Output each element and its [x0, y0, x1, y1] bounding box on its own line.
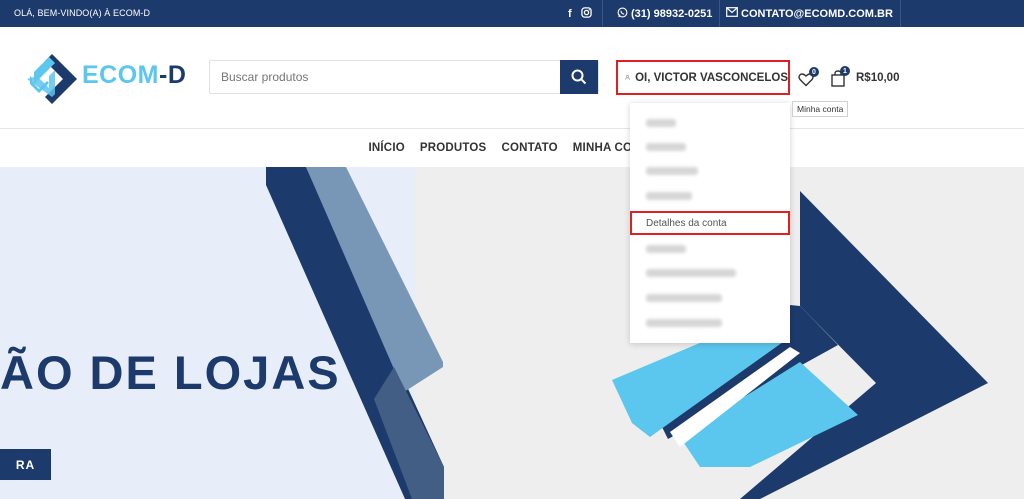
account-menu-button[interactable]: OI, VICTOR VASCONCELOS — [616, 60, 790, 95]
dropdown-item-blurred[interactable] — [630, 111, 790, 135]
hero-cta-button[interactable]: RA — [0, 449, 51, 480]
instagram-icon[interactable] — [580, 6, 592, 21]
account-tooltip: Minha conta — [792, 101, 849, 117]
logo-mark — [27, 54, 77, 104]
hero-graphic — [266, 167, 988, 499]
facebook-icon[interactable]: f — [568, 8, 572, 20]
mail-icon — [726, 7, 738, 20]
search-input[interactable] — [210, 61, 562, 93]
main-nav: INÍCIO PRODUTOS CONTATO MINHA CONTA — [0, 129, 1024, 167]
site-logo[interactable]: ECOM-D — [27, 54, 187, 104]
cart-count: 1 — [840, 66, 850, 76]
wishlist-count: 0 — [809, 67, 819, 77]
wishlist-button[interactable]: 0 — [798, 67, 819, 88]
email-link[interactable]: CONTATO@ECOMD.COM.BR — [719, 0, 901, 27]
whatsapp-icon — [617, 7, 628, 21]
hero-banner: ÃO DE LOJAS RA — [0, 167, 1024, 499]
nav-item-inicio[interactable]: INÍCIO — [369, 142, 405, 154]
dropdown-item-blurred[interactable] — [630, 311, 790, 335]
user-icon — [625, 74, 630, 80]
nav-item-contato[interactable]: CONTATO — [501, 142, 557, 154]
dropdown-item-account-details[interactable]: Detalhes da conta — [630, 211, 790, 235]
social-links: f — [568, 0, 603, 27]
dropdown-item-blurred[interactable] — [630, 286, 790, 310]
dropdown-item-blurred[interactable] — [630, 135, 790, 159]
search-bar — [209, 60, 599, 94]
cart-total[interactable]: R$10,00 — [856, 72, 899, 84]
cart-button[interactable]: 1 — [830, 66, 850, 88]
dropdown-item-blurred[interactable] — [630, 184, 790, 208]
phone-link[interactable]: (31) 98932-0251 — [610, 0, 721, 27]
account-dropdown: Detalhes da conta — [630, 103, 790, 343]
search-button[interactable] — [560, 60, 598, 94]
top-bar: OLÁ, BEM-VINDO(A) À ECOM-D f (31) 98932-… — [0, 0, 1024, 27]
highlighted-menu-item: Detalhes da conta — [630, 211, 790, 235]
dropdown-item-blurred[interactable] — [630, 237, 790, 261]
dropdown-item-blurred[interactable] — [630, 261, 790, 285]
hero-title: ÃO DE LOJAS — [0, 346, 341, 399]
account-label: OI, VICTOR VASCONCELOS — [635, 71, 788, 84]
dropdown-item-blurred[interactable] — [630, 159, 790, 183]
nav-item-produtos[interactable]: PRODUTOS — [420, 142, 487, 154]
email-text: CONTATO@ECOMD.COM.BR — [741, 7, 893, 20]
search-icon — [571, 69, 587, 85]
welcome-message: OLÁ, BEM-VINDO(A) À ECOM-D — [14, 8, 151, 18]
account-details-label: Detalhes da conta — [646, 217, 727, 229]
phone-text: (31) 98932-0251 — [631, 7, 713, 20]
site-header: ECOM-D OI, VICTOR VASCONCELOS 0 1 R$10,0… — [0, 27, 1024, 129]
logo-text: ECOM-D — [82, 61, 187, 89]
